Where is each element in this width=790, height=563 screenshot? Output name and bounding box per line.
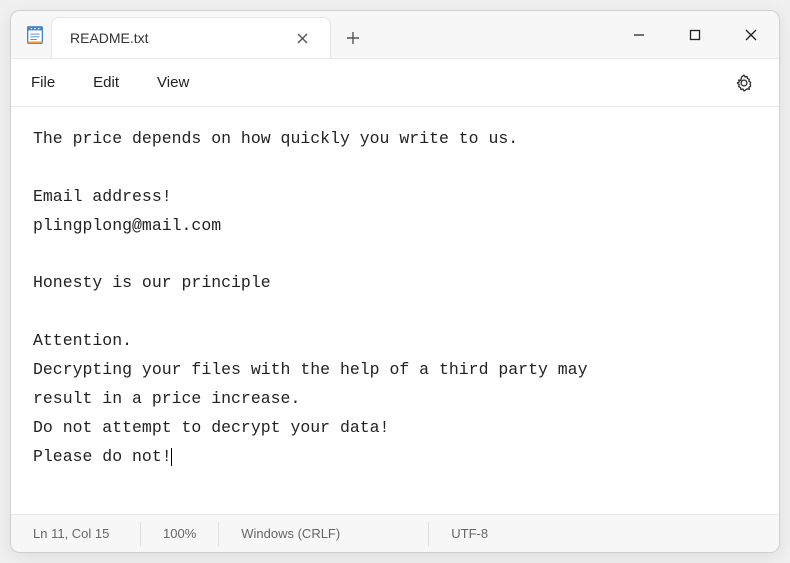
status-encoding[interactable]: UTF-8 [429, 522, 599, 546]
status-zoom[interactable]: 100% [141, 522, 219, 546]
text-line: The price depends on how quickly you wri… [33, 129, 518, 148]
text-line: Email address! [33, 187, 172, 206]
text-line: plingplong@mail.com [33, 216, 221, 235]
status-line-ending[interactable]: Windows (CRLF) [219, 522, 429, 546]
menubar: File Edit View [11, 59, 779, 107]
text-caret [171, 448, 172, 466]
menu-edit[interactable]: Edit [93, 74, 119, 91]
text-line: Decrypting your files with the help of a… [33, 360, 588, 379]
titlebar: README.txt [11, 11, 779, 59]
text-line: Do not attempt to decrypt your data! [33, 418, 389, 437]
settings-button[interactable] [729, 68, 759, 98]
text-line: Honesty is our principle [33, 273, 271, 292]
text-line: Attention. [33, 331, 132, 350]
minimize-button[interactable] [611, 11, 667, 58]
menu-file[interactable]: File [31, 74, 55, 91]
window-controls [611, 11, 779, 58]
tab-title: README.txt [70, 30, 280, 46]
menu-view[interactable]: View [157, 74, 189, 91]
statusbar: Ln 11, Col 15 100% Windows (CRLF) UTF-8 [11, 514, 779, 552]
text-editor-area[interactable]: The price depends on how quickly you wri… [11, 107, 779, 514]
titlebar-drag-area[interactable] [375, 11, 611, 58]
close-tab-button[interactable] [288, 24, 316, 52]
notepad-icon [11, 11, 51, 58]
text-line: result in a price increase. [33, 389, 300, 408]
maximize-button[interactable] [667, 11, 723, 58]
text-line: Please do not! [33, 447, 172, 466]
notepad-window: README.txt File Edit View [10, 10, 780, 553]
gear-icon [734, 73, 754, 93]
new-tab-button[interactable] [331, 17, 375, 58]
status-position: Ln 11, Col 15 [11, 522, 141, 546]
file-tab[interactable]: README.txt [51, 17, 331, 58]
close-window-button[interactable] [723, 11, 779, 58]
